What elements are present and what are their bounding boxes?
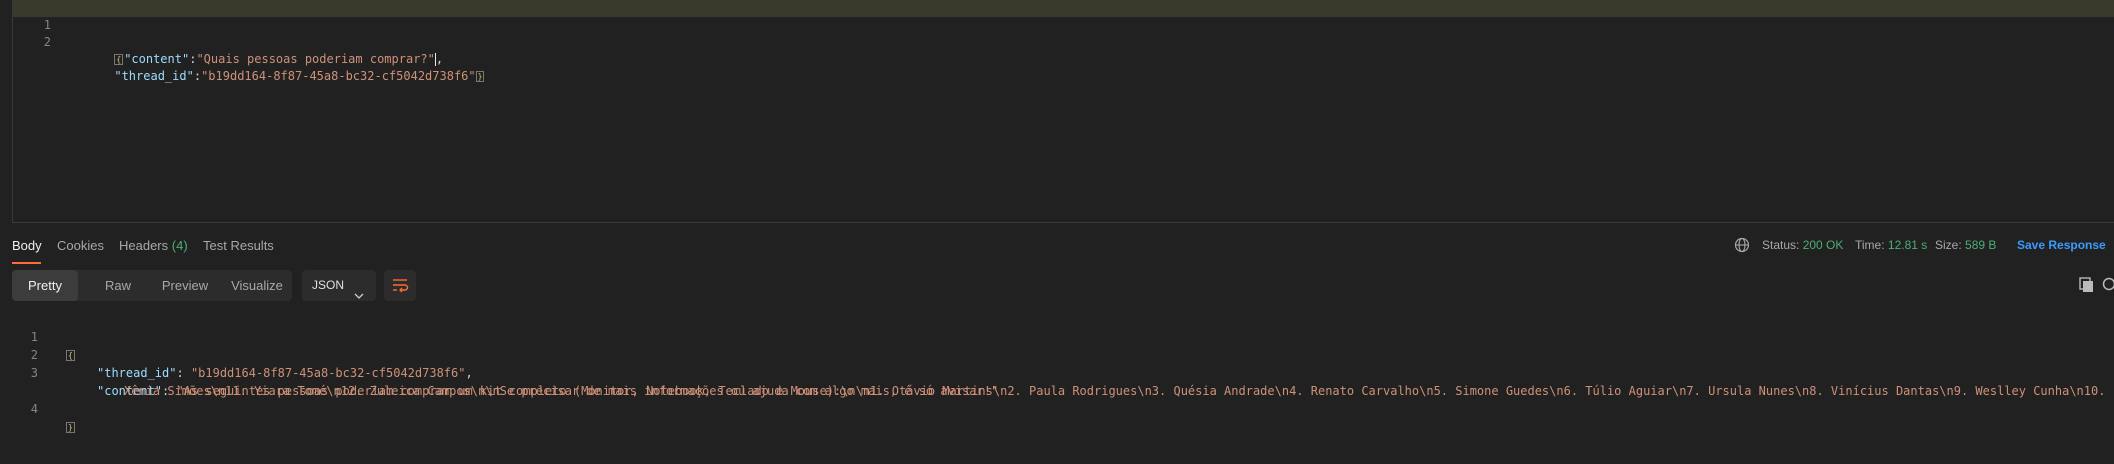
save-response-button[interactable]: Save Response bbox=[2017, 238, 2106, 252]
bracket-marker: } bbox=[475, 71, 485, 82]
line-number: 4 bbox=[30, 402, 38, 416]
json-colon: : bbox=[193, 69, 202, 83]
bracket-marker: } bbox=[66, 422, 75, 433]
status-value: 200 OK bbox=[1802, 238, 1844, 252]
view-mode-switcher: Pretty Raw Preview Visualize bbox=[12, 270, 292, 301]
chevron-down-icon bbox=[354, 281, 364, 299]
tab-test-results[interactable]: Test Results bbox=[203, 238, 274, 253]
size-value: 589 B bbox=[1965, 238, 1997, 252]
view-raw[interactable]: Raw bbox=[84, 270, 152, 301]
format-dropdown-value: JSON bbox=[312, 278, 345, 292]
format-dropdown[interactable]: JSON bbox=[302, 270, 376, 301]
view-preview[interactable]: Preview bbox=[152, 270, 218, 301]
active-tab-indicator bbox=[12, 262, 41, 264]
wrap-lines-icon bbox=[391, 277, 409, 293]
copy-icon[interactable] bbox=[2078, 276, 2096, 294]
response-line: 1 { bbox=[0, 310, 2114, 361]
tab-headers[interactable]: Headers (4) bbox=[119, 238, 188, 253]
response-body-viewer[interactable]: 1 { 2 "thread_id": "b19dd164-8f87-45a8-b… bbox=[0, 310, 2114, 464]
tab-headers-label: Headers bbox=[119, 238, 169, 253]
time-indicator[interactable]: Time: 12.81 s bbox=[1855, 238, 1927, 252]
response-line: 4 } bbox=[0, 382, 2114, 433]
json-string: "b19dd164-8f87-45a8-bc32-cf5042d738f6" bbox=[201, 69, 476, 83]
editor-line[interactable]: 2 "thread_id":"b19dd164-8f87-45a8-bc32-c… bbox=[13, 17, 2114, 83]
time-label: Time: bbox=[1855, 238, 1885, 252]
tab-cookies[interactable]: Cookies bbox=[57, 238, 104, 253]
editor-line[interactable]: 1 {"content":"Quais pessoas poderiam com… bbox=[13, 0, 2114, 66]
headers-count-badge: (4) bbox=[171, 238, 188, 253]
time-value: 12.81 s bbox=[1887, 238, 1928, 252]
response-line: 2 "thread_id": "b19dd164-8f87-45a8-bc32-… bbox=[0, 328, 2114, 380]
status-label: Status: bbox=[1762, 238, 1800, 252]
word-wrap-button[interactable] bbox=[384, 270, 416, 301]
status-indicator[interactable]: Status: 200 OK bbox=[1762, 238, 1843, 252]
search-icon[interactable] bbox=[2100, 276, 2114, 294]
response-line: 3 "content": "As seguintes pessoas poder… bbox=[0, 346, 2114, 398]
view-visualize[interactable]: Visualize bbox=[222, 270, 292, 301]
view-pretty[interactable]: Pretty bbox=[12, 270, 78, 301]
tab-body[interactable]: Body bbox=[12, 238, 42, 253]
request-body-editor[interactable]: 1 {"content":"Quais pessoas poderiam com… bbox=[12, 0, 2114, 223]
response-tab-bar: Body Cookies Headers (4) Test Results St… bbox=[0, 228, 2114, 264]
response-line-wrapped: Xênia Simões\n11. Yiara Tomé\n12. Zuleic… bbox=[0, 364, 2114, 398]
size-label: Size: bbox=[1935, 238, 1962, 252]
line-number: 2 bbox=[43, 35, 51, 49]
globe-icon[interactable] bbox=[1734, 237, 1750, 253]
json-key: "thread_id" bbox=[114, 69, 194, 83]
size-indicator[interactable]: Size: 589 B bbox=[1935, 238, 1996, 252]
